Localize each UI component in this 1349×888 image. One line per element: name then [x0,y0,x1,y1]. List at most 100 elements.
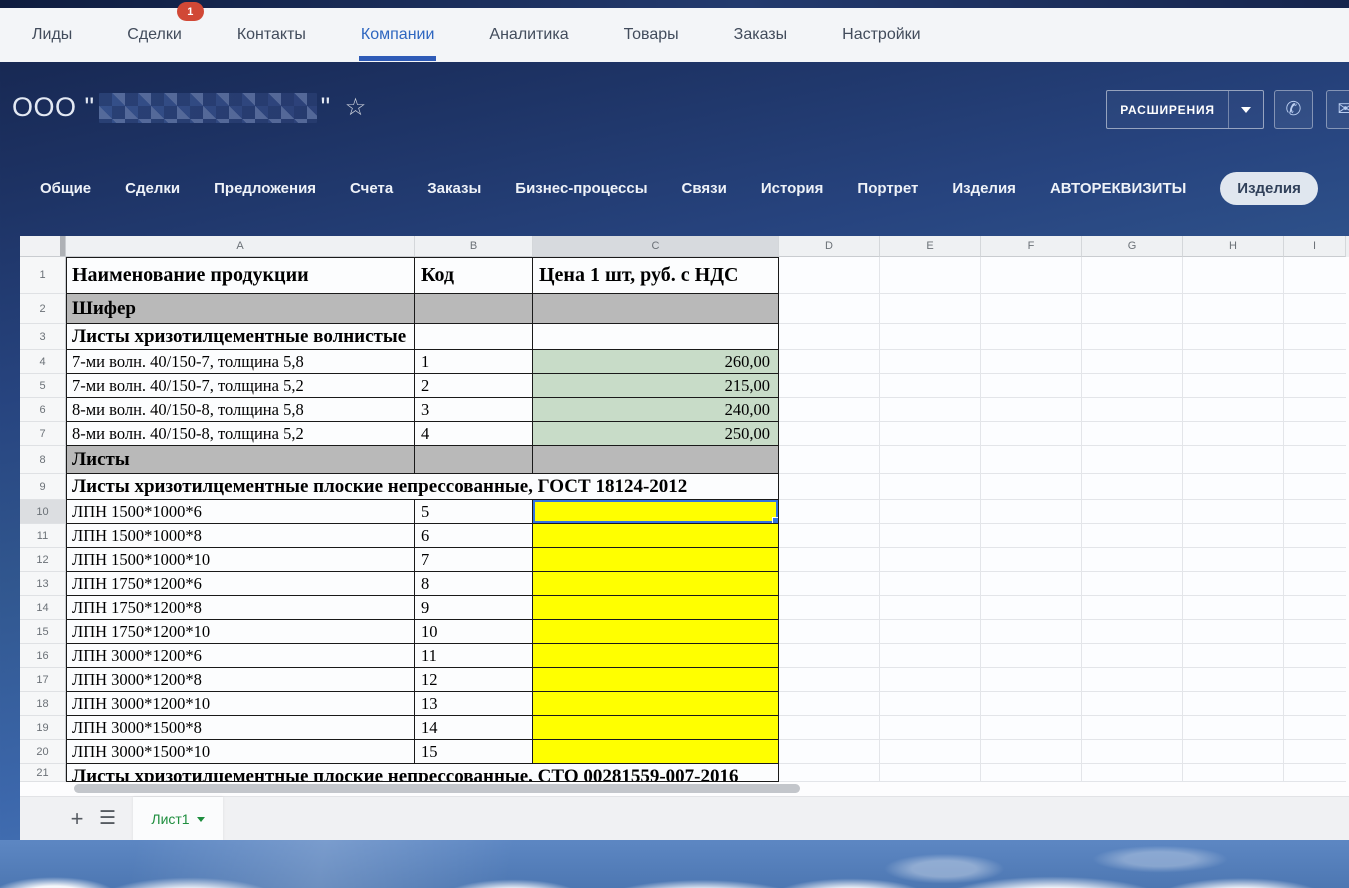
sheet-list-button[interactable]: ☰ [92,804,122,834]
empty-cell-E11[interactable] [880,524,981,548]
entity-tab-3[interactable]: Предложения [214,180,316,197]
empty-cell-H1[interactable] [1183,257,1284,294]
empty-cell-G12[interactable] [1082,548,1183,572]
cell-B3[interactable] [415,324,533,350]
cell-A14[interactable]: ЛПН 1750*1200*8 [66,596,415,620]
extensions-dropdown-button[interactable] [1229,107,1263,113]
cell-C13[interactable] [533,572,779,596]
cell-B7[interactable]: 4 [415,422,533,446]
cell-A5[interactable]: 7-ми волн. 40/150-7, толщина 5,2 [66,374,415,398]
entity-tab-12[interactable]: Изделия [1220,172,1318,205]
entity-tab-8[interactable]: История [761,180,824,197]
empty-cell-H2[interactable] [1183,294,1284,324]
empty-cell-I9[interactable] [1284,474,1346,500]
empty-cell-F20[interactable] [981,740,1082,764]
empty-cell-D7[interactable] [779,422,880,446]
cell-C11[interactable] [533,524,779,548]
empty-cell-F18[interactable] [981,692,1082,716]
cell-C12[interactable] [533,548,779,572]
empty-cell-E5[interactable] [880,374,981,398]
cell-C17[interactable] [533,668,779,692]
row-header-15[interactable]: 15 [20,620,66,644]
row-header-8[interactable]: 8 [20,446,66,474]
empty-cell-D17[interactable] [779,668,880,692]
empty-cell-G21[interactable] [1082,764,1183,782]
entity-tab-9[interactable]: Портрет [857,180,918,197]
row-header-9[interactable]: 9 [20,474,66,500]
row-header-5[interactable]: 5 [20,374,66,398]
row-header-19[interactable]: 19 [20,716,66,740]
empty-cell-I16[interactable] [1284,644,1346,668]
empty-cell-F10[interactable] [981,500,1082,524]
empty-cell-G3[interactable] [1082,324,1183,350]
empty-cell-G10[interactable] [1082,500,1183,524]
row-header-18[interactable]: 18 [20,692,66,716]
empty-cell-E20[interactable] [880,740,981,764]
cell-B13[interactable]: 8 [415,572,533,596]
empty-cell-F2[interactable] [981,294,1082,324]
empty-cell-H13[interactable] [1183,572,1284,596]
cell-C19[interactable] [533,716,779,740]
extensions-button[interactable]: РАСШИРЕНИЯ [1106,90,1264,129]
empty-cell-F15[interactable] [981,620,1082,644]
cell-C16[interactable] [533,644,779,668]
column-header-F[interactable]: F [981,236,1082,257]
nav-item-заказы[interactable]: Заказы [734,26,787,44]
nav-item-настройки[interactable]: Настройки [842,26,920,44]
cell-B17[interactable]: 12 [415,668,533,692]
row-header-16[interactable]: 16 [20,644,66,668]
cell-B5[interactable]: 2 [415,374,533,398]
column-header-C[interactable]: C [533,236,779,257]
empty-cell-H3[interactable] [1183,324,1284,350]
cell-A8[interactable]: Листы [66,446,415,474]
cell-A4[interactable]: 7-ми волн. 40/150-7, толщина 5,8 [66,350,415,374]
empty-cell-H6[interactable] [1183,398,1284,422]
cell-C1[interactable]: Цена 1 шт, руб. с НДС [533,257,779,294]
cell-C5[interactable]: 215,00 [533,374,779,398]
empty-cell-I12[interactable] [1284,548,1346,572]
empty-cell-F21[interactable] [981,764,1082,782]
cell-A2[interactable]: Шифер [66,294,415,324]
empty-cell-E7[interactable] [880,422,981,446]
empty-cell-E4[interactable] [880,350,981,374]
empty-cell-D15[interactable] [779,620,880,644]
cell-B19[interactable]: 14 [415,716,533,740]
empty-cell-F5[interactable] [981,374,1082,398]
empty-cell-I6[interactable] [1284,398,1346,422]
empty-cell-D21[interactable] [779,764,880,782]
row-header-4[interactable]: 4 [20,350,66,374]
empty-cell-I18[interactable] [1284,692,1346,716]
empty-cell-G5[interactable] [1082,374,1183,398]
call-button[interactable]: ✆ [1274,90,1313,129]
row-header-17[interactable]: 17 [20,668,66,692]
empty-cell-E14[interactable] [880,596,981,620]
empty-cell-E6[interactable] [880,398,981,422]
empty-cell-I19[interactable] [1284,716,1346,740]
empty-cell-E19[interactable] [880,716,981,740]
row-header-14[interactable]: 14 [20,596,66,620]
nav-item-лиды[interactable]: Лиды [32,26,72,44]
empty-cell-H15[interactable] [1183,620,1284,644]
cell-B1[interactable]: Код [415,257,533,294]
cell-B12[interactable]: 7 [415,548,533,572]
fill-handle[interactable] [772,517,779,524]
cell-C20[interactable] [533,740,779,764]
entity-tab-1[interactable]: Общие [40,180,91,197]
cell-B15[interactable]: 10 [415,620,533,644]
empty-cell-G8[interactable] [1082,446,1183,474]
empty-cell-E9[interactable] [880,474,981,500]
empty-cell-I21[interactable] [1284,764,1346,782]
entity-tab-6[interactable]: Бизнес-процессы [515,180,647,197]
cell-A9[interactable]: Листы хризотилцементные плоские непрессо… [66,474,779,500]
empty-cell-D9[interactable] [779,474,880,500]
empty-cell-E16[interactable] [880,644,981,668]
empty-cell-I2[interactable] [1284,294,1346,324]
cell-B2[interactable] [415,294,533,324]
select-all-corner[interactable] [20,236,66,257]
empty-cell-I15[interactable] [1284,620,1346,644]
empty-cell-F11[interactable] [981,524,1082,548]
empty-cell-H12[interactable] [1183,548,1284,572]
cell-B4[interactable]: 1 [415,350,533,374]
empty-cell-F13[interactable] [981,572,1082,596]
empty-cell-E3[interactable] [880,324,981,350]
